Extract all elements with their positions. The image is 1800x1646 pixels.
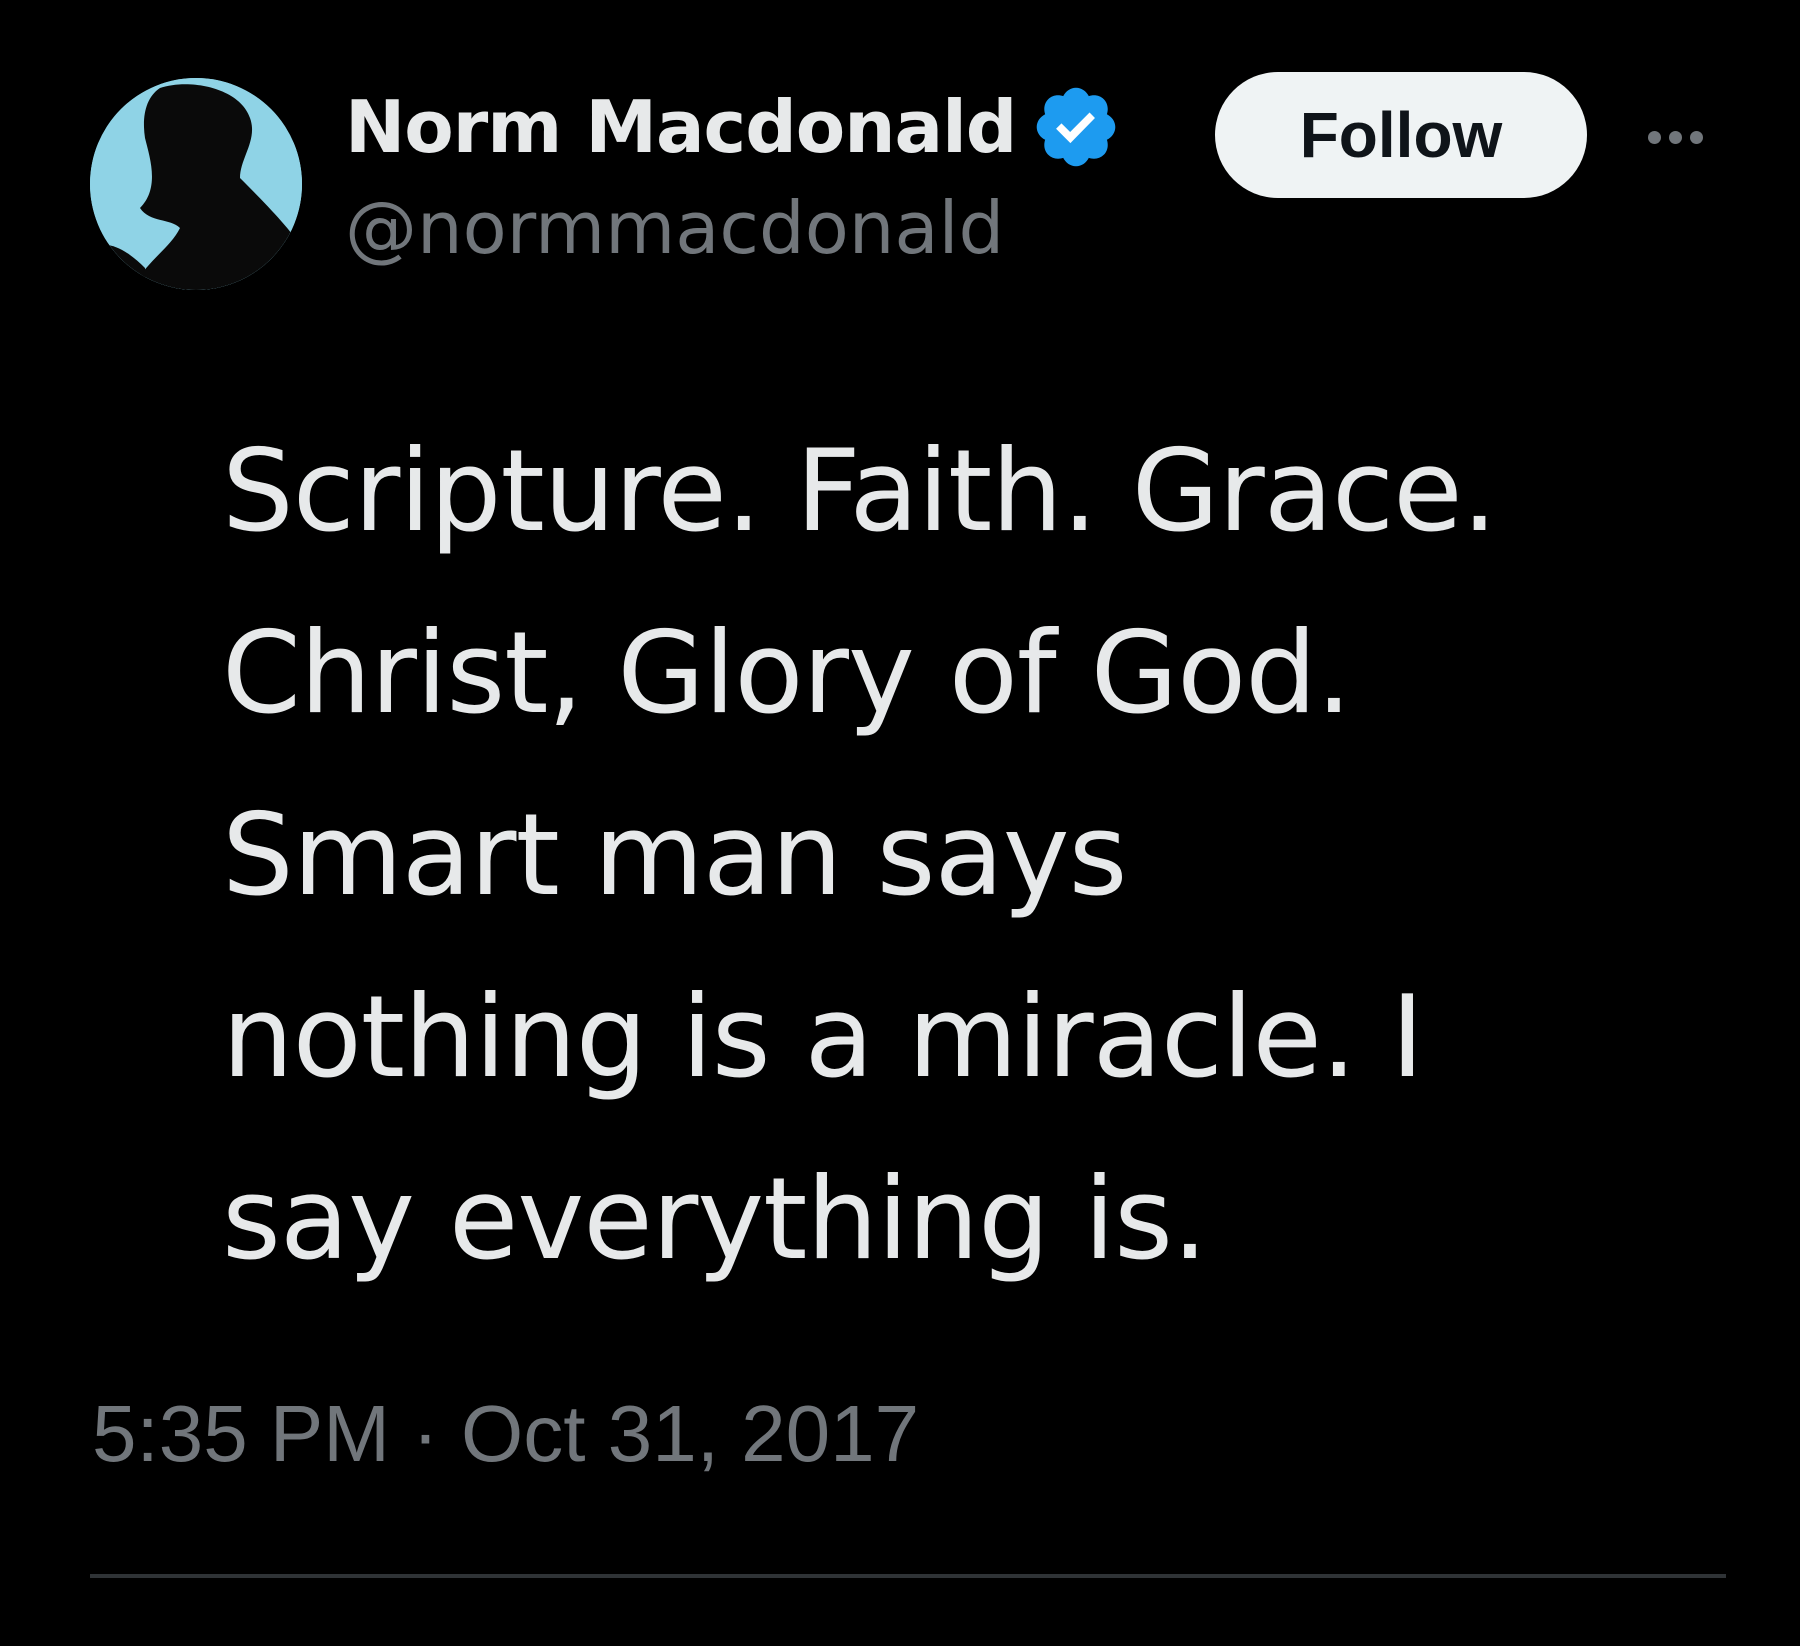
tweet-text-line: Smart man says (222, 789, 1127, 921)
verified-badge-icon[interactable] (1030, 81, 1122, 173)
author-display-name[interactable]: Norm Macdonald (345, 85, 1017, 169)
author-name-row: Norm Macdonald (345, 82, 1122, 172)
tweet-text-line: Christ, Glory of God. (222, 607, 1352, 739)
tweet-text-line: say everything is. (222, 1153, 1208, 1285)
tweet-text: Scripture. Faith. Grace. Christ, Glory o… (222, 400, 1662, 1310)
more-horizontal-icon (1647, 130, 1661, 144)
more-dot (1689, 130, 1703, 144)
tweet-text-line: Scripture. Faith. Grace. (222, 425, 1498, 557)
author-handle[interactable]: @normmacdonald (345, 186, 1004, 270)
tweet-text-line: nothing is a miracle. I (222, 971, 1424, 1103)
follow-button[interactable]: Follow (1215, 72, 1587, 198)
more-options-button[interactable] (1630, 112, 1720, 162)
more-dot (1668, 130, 1682, 144)
avatar-silhouette-icon (90, 78, 302, 290)
divider (90, 1574, 1726, 1578)
tweet-card: Norm Macdonald @normmacdonald Follow Scr… (0, 0, 1800, 1646)
author-avatar[interactable] (90, 78, 302, 290)
tweet-timestamp[interactable]: 5:35 PM · Oct 31, 2017 (92, 1388, 919, 1480)
